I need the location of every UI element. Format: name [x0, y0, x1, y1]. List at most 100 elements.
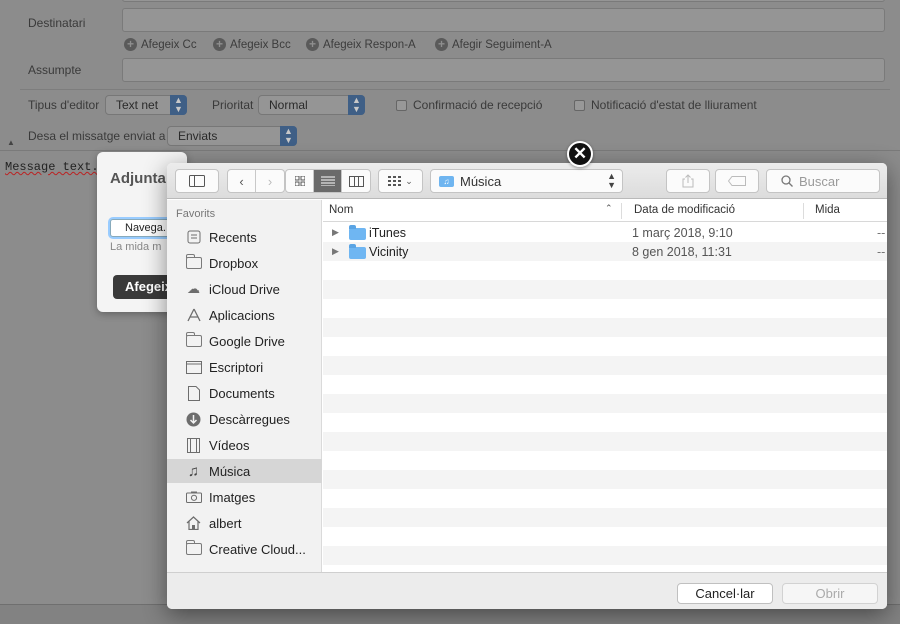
- share-button[interactable]: [666, 169, 710, 193]
- folder-icon: [185, 254, 202, 270]
- file-modified: 8 gen 2018, 11:31: [632, 245, 732, 259]
- icon-view-button[interactable]: [286, 170, 314, 192]
- file-name: Vicinity: [369, 245, 409, 259]
- close-icon[interactable]: ✕: [567, 141, 593, 167]
- recipients-input[interactable]: [122, 8, 885, 32]
- location-popup[interactable]: ♫ Música ▲ ▼: [430, 169, 623, 193]
- file-picker-dialog: ‹ › ⌄ ♫ Música ▲ ▼ Buscar Favorits Recen…: [167, 163, 887, 609]
- chevron-updown-icon: ▲ ▼: [607, 171, 616, 190]
- back-forward-group: ‹ ›: [227, 169, 285, 193]
- sidebar-item-label: Aplicacions: [209, 307, 275, 323]
- table-row[interactable]: ▶ iTunes 1 març 2018, 9:10 --: [323, 224, 887, 243]
- read-receipt-checkbox[interactable]: Confirmació de recepció: [396, 98, 542, 112]
- sidebar-item-icloud-drive[interactable]: ☁ iCloud Drive: [167, 277, 322, 301]
- desktop-icon: [185, 360, 202, 374]
- recipients-label: Destinatari: [28, 16, 86, 30]
- sidebar-item-google-drive[interactable]: Google Drive: [167, 329, 322, 353]
- message-text: Message text.: [5, 160, 99, 174]
- recents-icon: [185, 230, 202, 244]
- list-stripe: [323, 261, 887, 280]
- sidebar-item-label: Dropbox: [209, 255, 259, 271]
- sidebar-item-downloads[interactable]: Descàrregues: [167, 407, 322, 431]
- forward-button[interactable]: ›: [256, 170, 284, 192]
- sidebar-item-label: Descàrregues: [209, 411, 290, 427]
- sidebar-item-recents[interactable]: Recents: [167, 225, 322, 249]
- checkbox-box[interactable]: [396, 99, 407, 111]
- delivery-status-label: Notificació d'estat de lliurament: [591, 98, 757, 112]
- back-button[interactable]: ‹: [228, 170, 256, 192]
- sidebar-item-documents[interactable]: Documents: [167, 381, 322, 405]
- plus-icon: +: [213, 38, 226, 51]
- add-bcc-link[interactable]: + Afegeix Bcc: [213, 38, 291, 51]
- sidebar-item-desktop[interactable]: Escriptori: [167, 355, 322, 379]
- table-row[interactable]: ▶ Vicinity 8 gen 2018, 11:31 --: [323, 243, 887, 262]
- file-size: --: [877, 245, 886, 259]
- plus-icon: +: [124, 38, 137, 51]
- add-followup-label: Afegir Seguiment-A: [452, 38, 552, 51]
- editor-type-select[interactable]: Text net ▲ ▼: [105, 95, 187, 115]
- list-stripe: [323, 470, 887, 489]
- priority-select[interactable]: Normal ▲ ▼: [258, 95, 365, 115]
- checkbox-box[interactable]: [574, 99, 585, 111]
- chevron-down-icon: ⌄: [405, 175, 413, 186]
- list-stripe: [323, 356, 887, 375]
- add-followup-link[interactable]: + Afegir Seguiment-A: [435, 38, 552, 51]
- save-sent-select[interactable]: Enviats ▲ ▼: [167, 126, 297, 146]
- group-by-button[interactable]: ⌄: [378, 169, 423, 193]
- top-field[interactable]: [122, 0, 885, 2]
- film-icon: [185, 437, 202, 453]
- folder-icon: [349, 244, 366, 259]
- applications-icon: [185, 308, 202, 322]
- plus-icon: +: [435, 38, 448, 51]
- column-header-name[interactable]: Nom: [329, 204, 353, 216]
- column-header-modified[interactable]: Data de modificació: [634, 204, 735, 216]
- download-icon: [185, 412, 202, 426]
- file-list: Nom ⌃ Data de modificació Mida ▶ iTunes: [323, 200, 887, 572]
- add-reply-to-link[interactable]: + Afegeix Respon-A: [306, 38, 416, 51]
- sidebar-item-pictures[interactable]: Imatges: [167, 485, 322, 509]
- sidebar-item-label: Escriptori: [209, 359, 264, 375]
- column-view-button[interactable]: [342, 170, 370, 192]
- list-view-button[interactable]: [314, 170, 342, 192]
- music-folder-icon: ♫: [439, 175, 454, 187]
- sidebar-item-creative-cloud[interactable]: Creative Cloud...: [167, 537, 322, 561]
- column-header-size[interactable]: Mida: [815, 204, 840, 216]
- list-stripe: [323, 318, 887, 337]
- plus-icon: +: [306, 38, 319, 51]
- tag-icon: [728, 176, 746, 186]
- sidebar-item-label: albert: [209, 515, 242, 531]
- sidebar-item-music[interactable]: ♫ Música: [167, 459, 322, 483]
- add-cc-label: Afegeix Cc: [141, 38, 197, 51]
- home-icon: [185, 516, 202, 530]
- sidebar-item-label: Google Drive: [209, 333, 285, 349]
- open-button[interactable]: Obrir: [782, 583, 878, 604]
- grid-icon: [388, 176, 402, 186]
- sidebar-item-applications[interactable]: Aplicacions: [167, 303, 322, 327]
- sidebar-item-label: Imatges: [209, 489, 256, 505]
- subject-input[interactable]: [122, 58, 885, 82]
- sidebar-item-label: Recents: [209, 229, 257, 245]
- disclosure-triangle-icon[interactable]: ▶: [332, 246, 339, 257]
- sidebar-item-videos[interactable]: Vídeos: [167, 433, 322, 457]
- chevron-left-icon: ‹: [239, 173, 244, 189]
- collapse-triangle-icon[interactable]: ▲: [7, 138, 15, 147]
- subject-label: Assumpte: [28, 63, 82, 77]
- document-icon: [185, 385, 202, 401]
- sidebar-toggle-button[interactable]: [175, 169, 219, 193]
- picker-toolbar: ‹ › ⌄ ♫ Música ▲ ▼ Buscar: [167, 163, 887, 199]
- disclosure-triangle-icon[interactable]: ▶: [332, 227, 339, 238]
- list-icon: [320, 176, 335, 186]
- search-field[interactable]: Buscar: [766, 169, 880, 193]
- location-label: Música: [460, 173, 502, 189]
- add-cc-link[interactable]: + Afegeix Cc: [124, 38, 197, 51]
- cancel-button[interactable]: Cancel·lar: [677, 583, 773, 604]
- columns-icon: [348, 175, 364, 187]
- sidebar-item-home[interactable]: albert: [167, 511, 322, 535]
- list-stripe: [323, 565, 887, 572]
- sidebar-item-dropbox[interactable]: Dropbox: [167, 251, 322, 275]
- attach-dialog-title: Adjunta: [110, 170, 166, 187]
- search-icon: [781, 175, 793, 187]
- list-stripe: [323, 432, 887, 451]
- delivery-status-checkbox[interactable]: Notificació d'estat de lliurament: [574, 98, 757, 112]
- tag-button[interactable]: [715, 169, 759, 193]
